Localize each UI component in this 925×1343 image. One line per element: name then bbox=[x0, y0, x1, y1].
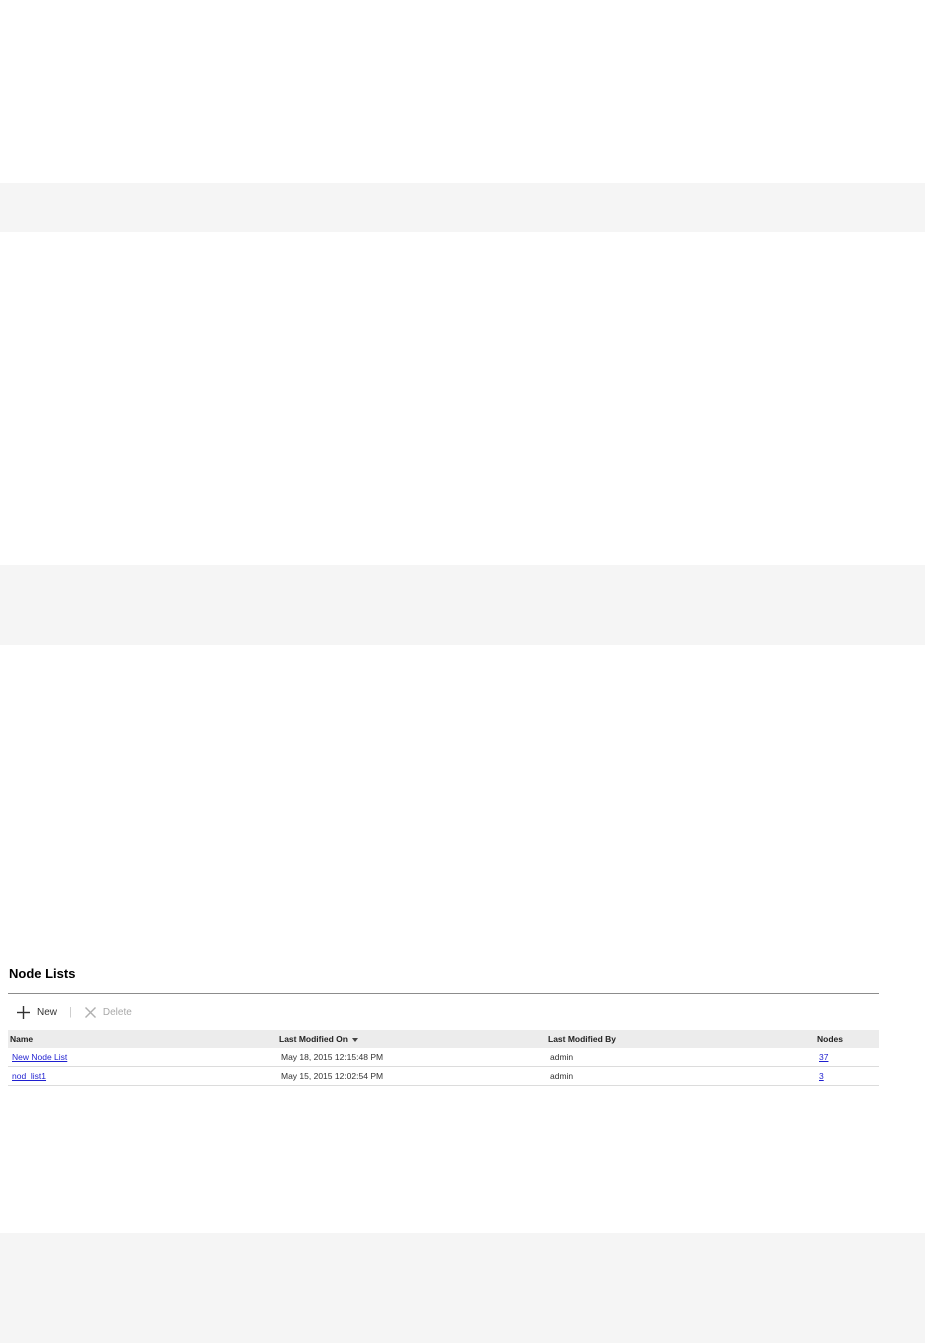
background-band-top bbox=[0, 183, 925, 232]
column-header-nodes[interactable]: Nodes bbox=[815, 1030, 879, 1048]
modified-on-cell: May 15, 2015 12:02:54 PM bbox=[277, 1066, 546, 1086]
table-header-row: Name Last Modified On Last Modified By N… bbox=[8, 1030, 879, 1048]
table-row[interactable]: New Node List May 18, 2015 12:15:48 PM a… bbox=[8, 1048, 879, 1067]
node-count-link[interactable]: 3 bbox=[819, 1071, 824, 1081]
node-lists-panel: Node Lists New | Delete Name Last Modifi… bbox=[8, 960, 879, 1086]
column-header-last-modified-on[interactable]: Last Modified On bbox=[277, 1030, 546, 1048]
column-header-name[interactable]: Name bbox=[8, 1030, 277, 1048]
table-row[interactable]: nod_list1 May 15, 2015 12:02:54 PM admin… bbox=[8, 1066, 879, 1086]
node-lists-table: Name Last Modified On Last Modified By N… bbox=[8, 1030, 879, 1086]
new-button-label: New bbox=[37, 1006, 58, 1018]
node-list-name-link[interactable]: nod_list1 bbox=[12, 1071, 46, 1081]
column-header-last-modified-by[interactable]: Last Modified By bbox=[546, 1030, 815, 1048]
delete-button-label: Delete bbox=[102, 1006, 132, 1018]
background-band-bottom bbox=[0, 1233, 925, 1343]
modified-by-cell: admin bbox=[546, 1048, 815, 1067]
node-list-name-link[interactable]: New Node List bbox=[12, 1052, 67, 1062]
delete-button[interactable]: Delete bbox=[84, 1006, 132, 1019]
toolbar-separator: | bbox=[69, 1006, 72, 1018]
toolbar: New | Delete bbox=[8, 994, 879, 1030]
panel-title: Node Lists bbox=[8, 960, 879, 994]
modified-by-cell: admin bbox=[546, 1066, 815, 1086]
plus-icon bbox=[16, 1005, 31, 1020]
background-band-middle bbox=[0, 565, 925, 645]
x-icon bbox=[84, 1006, 97, 1019]
modified-on-cell: May 18, 2015 12:15:48 PM bbox=[277, 1048, 546, 1067]
node-count-link[interactable]: 37 bbox=[819, 1052, 828, 1062]
new-button[interactable]: New bbox=[16, 1005, 57, 1020]
page: Node Lists New | Delete Name Last Modifi… bbox=[0, 0, 925, 1343]
sort-descending-icon bbox=[351, 1037, 358, 1042]
